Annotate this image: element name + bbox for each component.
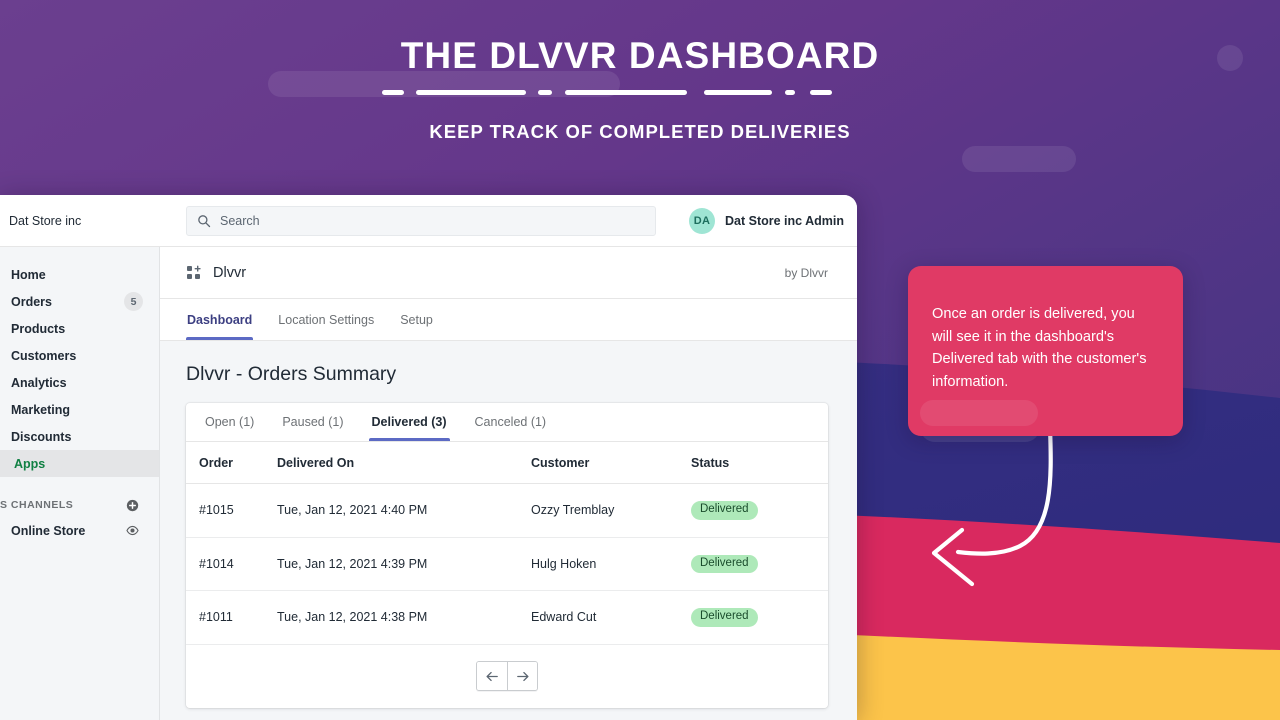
sidebar-item-discounts[interactable]: Discounts [0, 423, 159, 450]
table-row[interactable]: #1011 Tue, Jan 12, 2021 4:38 PM Edward C… [186, 590, 828, 645]
screenshot-root: THE DLVVR DASHBOARD KEEP TRACK OF COMPLE… [0, 0, 1280, 720]
search-input[interactable]: Search [186, 205, 656, 236]
sidebar-item-orders[interactable]: Orders 5 [0, 288, 159, 315]
orders-table: Order Delivered On Customer Status #1015… [186, 442, 828, 645]
hero-banner: THE DLVVR DASHBOARD KEEP TRACK OF COMPLE… [0, 0, 1280, 143]
user-name: Dat Store inc Admin [725, 213, 844, 228]
arrow-left-icon [485, 671, 498, 681]
store-name: Dat Store inc [9, 213, 82, 228]
callout-decorative-pill [920, 400, 1038, 426]
hero-subtitle: KEEP TRACK OF COMPLETED DELIVERIES [429, 121, 851, 142]
tab-delivered[interactable]: Delivered (3) [358, 403, 461, 441]
sidebar-item-label: Marketing [11, 402, 71, 417]
sidebar-item-online-store[interactable]: Online Store [0, 517, 159, 544]
tab-canceled[interactable]: Canceled (1) [461, 403, 561, 441]
tab-label: Dashboard [187, 312, 253, 327]
hero-dashed-rule [382, 90, 832, 95]
pagination-area [186, 644, 828, 708]
add-channel-icon[interactable] [126, 499, 139, 512]
user-menu[interactable]: DA Dat Store inc Admin [689, 207, 844, 234]
sidebar-item-label: Home [11, 267, 46, 282]
orders-count-badge: 5 [124, 292, 143, 311]
sidebar-item-label: Products [11, 321, 66, 336]
sidebar-item-home[interactable]: Home [0, 261, 159, 288]
sidebar-item-label: Customers [11, 348, 77, 363]
eye-icon[interactable] [126, 524, 139, 537]
tab-paused[interactable]: Paused (1) [268, 403, 357, 441]
column-header-delivered: Delivered On [277, 442, 531, 484]
avatar: DA [689, 207, 715, 234]
arrow-right-icon [517, 671, 529, 681]
status-badge: Delivered [691, 554, 758, 573]
sidebar: Home Orders 5 Products Customers Analyti… [0, 247, 160, 720]
annotation-arrow [931, 425, 1053, 587]
sidebar-item-label: Analytics [11, 375, 67, 390]
cell-customer: Hulg Hoken [531, 537, 691, 591]
tab-location-settings[interactable]: Location Settings [265, 299, 387, 340]
table-row[interactable]: #1014 Tue, Jan 12, 2021 4:39 PM Hulg Hok… [186, 537, 828, 591]
main-panel: Dlvvr - Orders Summary Open (1) Paused (… [160, 341, 857, 720]
search-placeholder: Search [220, 213, 260, 228]
pagination-next-button[interactable] [507, 662, 537, 690]
sidebar-item-marketing[interactable]: Marketing [0, 396, 159, 423]
orders-tab-bar: Open (1) Paused (1) Delivered (3) Cancel… [186, 403, 828, 442]
cell-status: Delivered [691, 483, 828, 538]
sales-channels-header: S CHANNELS [0, 493, 159, 517]
tab-label: Setup [400, 312, 433, 327]
panel-body: Home Orders 5 Products Customers Analyti… [0, 247, 857, 720]
sidebar-item-products[interactable]: Products [0, 315, 159, 342]
sidebar-item-label: Apps [14, 456, 46, 471]
table-row[interactable]: #1015 Tue, Jan 12, 2021 4:40 PM Ozzy Tre… [186, 483, 828, 538]
sidebar-item-customers[interactable]: Customers [0, 342, 159, 369]
tab-dashboard[interactable]: Dashboard [174, 299, 265, 340]
sales-channels-label: S CHANNELS [0, 499, 74, 511]
annotation-callout: Once an order is delivered, you will see… [908, 266, 1183, 436]
tab-label: Open (1) [205, 415, 255, 429]
admin-app-panel: Dat Store inc Search DA Dat Store inc Ad… [0, 195, 857, 720]
sidebar-item-label: Discounts [11, 429, 72, 444]
table-header-row: Order Delivered On Customer Status [186, 442, 828, 484]
callout-text: Once an order is delivered, you will see… [932, 306, 1147, 390]
cell-delivered: Tue, Jan 12, 2021 4:39 PM [277, 537, 531, 591]
tab-label: Canceled (1) [474, 415, 547, 429]
search-icon [198, 214, 211, 227]
page-title: Dlvvr - Orders Summary [186, 363, 397, 385]
cell-delivered: Tue, Jan 12, 2021 4:40 PM [277, 483, 531, 538]
content-area: Dlvvr by Dlvvr Dashboard Location Settin… [160, 247, 857, 720]
apps-grid-icon [187, 265, 201, 279]
cell-order: #1011 [186, 590, 277, 645]
orders-summary-card: Open (1) Paused (1) Delivered (3) Cancel… [186, 403, 828, 708]
cell-order: #1014 [186, 537, 277, 591]
app-header: Dlvvr by Dlvvr [160, 247, 857, 299]
sidebar-divider [0, 477, 159, 493]
status-badge: Delivered [691, 608, 758, 627]
cell-status: Delivered [691, 537, 828, 591]
column-header-status: Status [691, 442, 828, 484]
app-tab-bar: Dashboard Location Settings Setup [160, 299, 857, 341]
status-badge: Delivered [691, 501, 758, 520]
tab-setup[interactable]: Setup [387, 299, 446, 340]
decorative-pill-right [962, 146, 1076, 172]
tab-open[interactable]: Open (1) [191, 403, 268, 441]
admin-topbar: Dat Store inc Search DA Dat Store inc Ad… [0, 195, 857, 247]
cell-delivered: Tue, Jan 12, 2021 4:38 PM [277, 590, 531, 645]
sidebar-item-analytics[interactable]: Analytics [0, 369, 159, 396]
column-header-order: Order [186, 442, 277, 484]
app-title: Dlvvr [213, 264, 247, 281]
hero-title: THE DLVVR DASHBOARD [400, 35, 880, 76]
pagination-prev-button[interactable] [477, 662, 507, 690]
column-header-customer: Customer [531, 442, 691, 484]
pagination [476, 661, 538, 691]
sidebar-item-label: Orders [11, 294, 52, 309]
app-author: by Dlvvr [784, 265, 828, 280]
cell-customer: Ozzy Tremblay [531, 483, 691, 538]
tab-label: Location Settings [278, 312, 375, 327]
sidebar-item-apps[interactable]: Apps [0, 450, 159, 477]
tab-label: Delivered (3) [371, 415, 447, 429]
cell-customer: Edward Cut [531, 590, 691, 645]
sidebar-item-label: Online Store [11, 523, 86, 538]
cell-status: Delivered [691, 590, 828, 645]
tab-label: Paused (1) [282, 415, 344, 429]
cell-order: #1015 [186, 483, 277, 538]
